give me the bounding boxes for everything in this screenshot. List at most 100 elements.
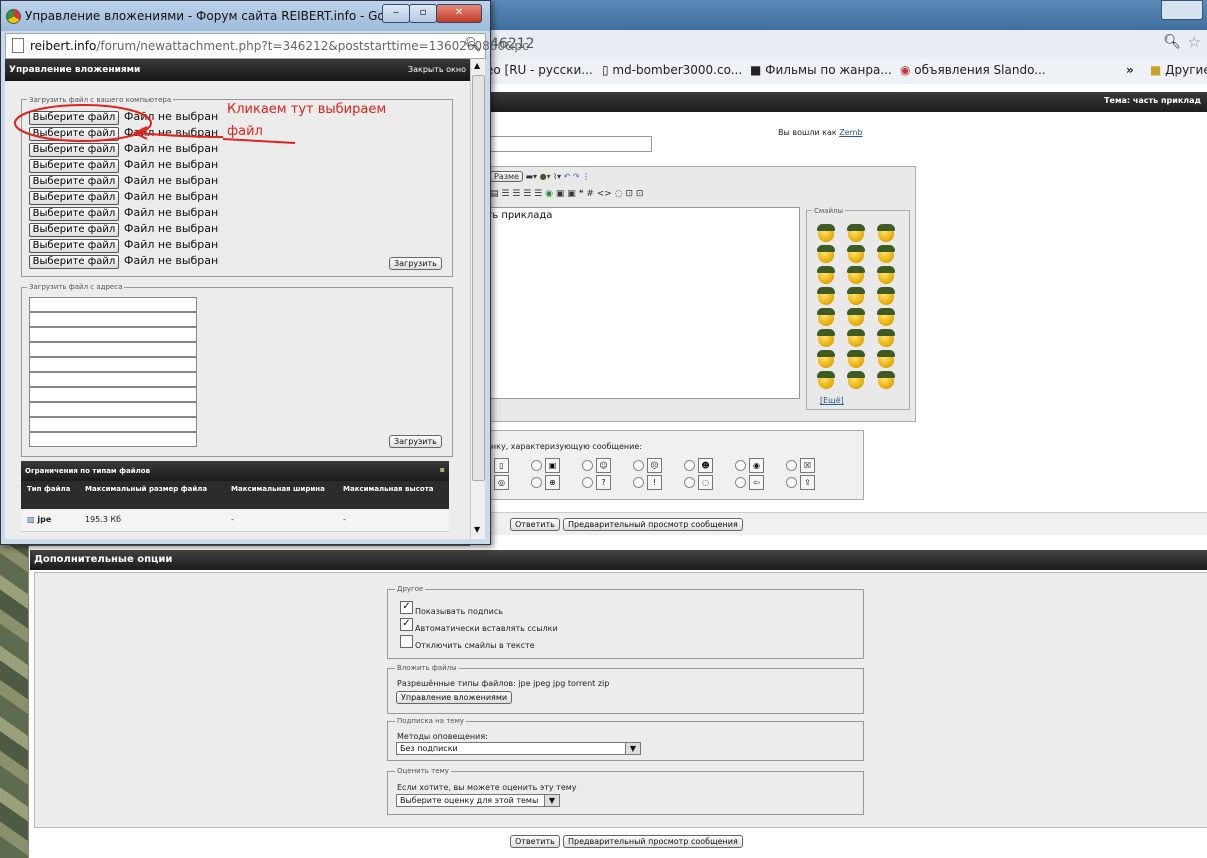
search-icon[interactable]: 🔍︎ [464, 37, 482, 53]
smilie-icon[interactable] [877, 266, 895, 284]
image-icon[interactable]: ▣ ▣ [556, 189, 576, 199]
size-select[interactable]: Разме [490, 171, 523, 182]
post-icon-radio[interactable] [633, 460, 644, 471]
hash-icon[interactable]: # [586, 189, 594, 199]
star-icon[interactable]: ☆ [1188, 33, 1201, 51]
url-input[interactable] [29, 357, 197, 372]
close-button[interactable]: ✕ [436, 4, 482, 23]
choose-file-button[interactable]: Выберите файл [29, 159, 119, 173]
attach-icon[interactable]: ⌇▾ [553, 172, 561, 181]
post-icon-radio[interactable] [582, 477, 593, 488]
rate-select[interactable]: Выберите оценку для этой темы ▼ [396, 794, 560, 807]
choose-file-button[interactable]: Выберите файл [29, 191, 119, 205]
smilie-icon[interactable] [847, 329, 865, 347]
post-icon-radio[interactable] [531, 477, 542, 488]
list-icon[interactable]: ▤ ☰ ☰ ☰ ☰ [490, 189, 542, 199]
quote-icon[interactable]: ❝ [579, 189, 584, 199]
link-icon[interactable]: ◉ [545, 189, 553, 199]
username-link[interactable]: Zemb [839, 128, 862, 137]
post-icon-radio[interactable] [735, 460, 746, 471]
bookmark-item[interactable]: ▯ md-bomber3000.co... [602, 63, 742, 77]
minimize-button[interactable]: ‒ [382, 4, 410, 23]
close-window-link[interactable]: Закрыть окно [408, 65, 466, 74]
choose-file-button[interactable]: Выберите файл [29, 239, 119, 253]
php-icon[interactable]: ◌ [615, 189, 623, 199]
post-icon-radio[interactable] [684, 477, 695, 488]
more-icon[interactable]: ⋮ [582, 172, 590, 181]
popup-scrollbar[interactable]: ▲ ▼ [470, 59, 485, 539]
url-input[interactable] [29, 327, 197, 342]
scrollbar-thumb[interactable] [472, 75, 485, 481]
smilie-icon[interactable] [847, 371, 865, 389]
preview-button[interactable]: Предварительный просмотр сообщения [563, 518, 743, 531]
url-input[interactable] [29, 297, 197, 312]
post-icon-radio[interactable] [582, 460, 593, 471]
smilie-icon[interactable] [877, 371, 895, 389]
auto-links-checkbox[interactable]: ✓ [400, 618, 413, 631]
smilie-icon[interactable] [817, 329, 835, 347]
choose-file-button[interactable]: Выберите файл [29, 255, 119, 269]
font-color-icon[interactable]: ▬▾ [525, 172, 537, 181]
bookmark-item[interactable]: ◉ объявления Slando... [900, 63, 1046, 77]
smilie-icon[interactable] [877, 308, 895, 326]
smilie-icon[interactable] [877, 287, 895, 305]
more-smilies-link[interactable]: [Ещё] [820, 396, 844, 405]
choose-file-button[interactable]: Выберите файл [29, 207, 119, 221]
window-controls[interactable] [1161, 0, 1203, 20]
upload-url-button[interactable]: Загрузить [389, 435, 442, 448]
smilie-icon[interactable] [817, 266, 835, 284]
notify-select[interactable]: Без подписки ▼ [396, 742, 641, 755]
bookmark-folder-other[interactable]: ■ Другие [1150, 63, 1207, 77]
scroll-up-icon[interactable]: ▲ [474, 61, 480, 70]
post-icon-radio[interactable] [735, 477, 746, 488]
preview-button-bottom[interactable]: Предварительный просмотр сообщения [563, 835, 743, 848]
url-input[interactable] [29, 342, 197, 357]
message-textarea[interactable]: сть приклада [476, 207, 800, 399]
scroll-down-icon[interactable]: ▼ [474, 525, 480, 534]
choose-file-button[interactable]: Выберите файл [29, 111, 119, 125]
smilie-icon[interactable] [817, 245, 835, 263]
popup-address-bar[interactable]: reibert.info/forum/newattachment.php?t=3… [5, 33, 529, 59]
redo-icon[interactable]: ↷ [573, 172, 580, 181]
smilie-insert-icon[interactable]: ●▾ [540, 172, 551, 181]
choose-file-button[interactable]: Выберите файл [29, 143, 119, 157]
url-input[interactable] [29, 432, 197, 447]
url-input[interactable] [29, 417, 197, 432]
background-address-bar[interactable]: 46212 🔍︎ ☆ [470, 30, 1207, 59]
reply-button-bottom[interactable]: Ответить [510, 835, 560, 848]
smilie-icon[interactable] [817, 350, 835, 368]
manage-attachments-button[interactable]: Управление вложениями [396, 691, 513, 704]
smilie-icon[interactable] [817, 287, 835, 305]
smilie-icon[interactable] [877, 350, 895, 368]
disable-smilies-checkbox[interactable] [400, 635, 413, 648]
smilie-icon[interactable] [847, 266, 865, 284]
collapse-icon[interactable]: ▪ [440, 465, 445, 474]
smilie-icon[interactable] [817, 308, 835, 326]
upload-button[interactable]: Загрузить [389, 257, 442, 270]
smilie-icon[interactable] [847, 245, 865, 263]
choose-file-button[interactable]: Выберите файл [29, 175, 119, 189]
post-icon-radio[interactable] [684, 460, 695, 471]
maximize-button[interactable]: ▫ [409, 4, 437, 23]
search-icon[interactable]: 🔍︎ [1163, 34, 1181, 50]
smilie-icon[interactable] [847, 224, 865, 242]
url-input[interactable] [29, 402, 197, 417]
resize-icon[interactable]: ⊡ ⊡ [625, 189, 643, 199]
smilie-icon[interactable] [877, 224, 895, 242]
title-input[interactable]: а [474, 136, 652, 152]
undo-icon[interactable]: ↶ [564, 172, 571, 181]
bookmark-item[interactable]: ■ Фильмы по жанра... [750, 63, 892, 77]
url-input[interactable] [29, 372, 197, 387]
post-icon-radio[interactable] [633, 477, 644, 488]
choose-file-button[interactable]: Выберите файл [29, 127, 119, 141]
smilie-icon[interactable] [877, 245, 895, 263]
url-input[interactable] [29, 387, 197, 402]
bookmark-item[interactable]: ео [RU - русски... [486, 63, 593, 77]
post-icon-radio[interactable] [786, 460, 797, 471]
bookmarks-overflow[interactable]: » [1126, 63, 1134, 77]
reply-button[interactable]: Ответить [510, 518, 560, 531]
smilie-icon[interactable] [847, 287, 865, 305]
post-icon-radio[interactable] [786, 477, 797, 488]
smilie-icon[interactable] [817, 224, 835, 242]
smilie-icon[interactable] [847, 350, 865, 368]
